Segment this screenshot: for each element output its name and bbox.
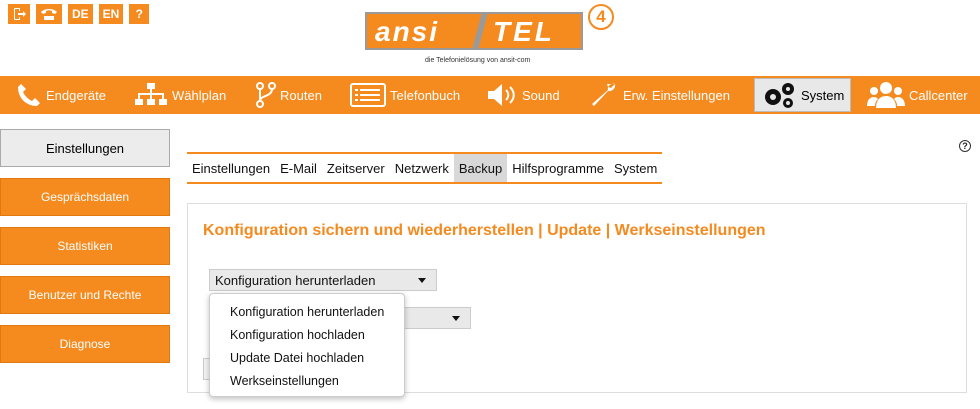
- page-title: Konfiguration sichern und wiederherstell…: [203, 222, 766, 239]
- sidebar-item-statistiken[interactable]: Statistiken: [0, 227, 170, 265]
- dropdown-option-konfiguration-hochladen[interactable]: Konfiguration hochladen: [210, 323, 404, 346]
- tab-zeitserver[interactable]: Zeitserver: [322, 154, 390, 182]
- nav-item-sound[interactable]: Sound: [486, 76, 560, 114]
- tab-system[interactable]: System: [609, 154, 662, 182]
- nav-item-system[interactable]: System: [754, 78, 852, 112]
- nav-item-label: Routen: [280, 87, 322, 103]
- phone-icon[interactable]: [36, 4, 62, 24]
- nav-item-callcenter[interactable]: Callcenter: [867, 76, 968, 114]
- nav-item-endgeraete[interactable]: Endgeräte: [16, 76, 106, 114]
- sidebar: Einstellungen Gesprächsdaten Statistiken…: [0, 129, 170, 374]
- nav-item-telefonbuch[interactable]: Telefonbuch: [350, 76, 460, 114]
- nav-item-routen[interactable]: Routen: [256, 76, 322, 114]
- nav-item-waehlplan[interactable]: Wählplan: [134, 76, 226, 114]
- help-icon[interactable]: ?: [959, 140, 971, 152]
- sidebar-item-diagnose[interactable]: Diagnose: [0, 325, 170, 363]
- lang-en-button[interactable]: EN: [98, 4, 124, 24]
- route-icon: [256, 82, 276, 108]
- nav-item-label: Callcenter: [909, 87, 968, 103]
- ansitel-logo: ansi TEL 4 die Telefonielösung von ansit…: [365, 4, 615, 70]
- action-select-value: Konfiguration herunterladen: [215, 272, 376, 288]
- users-icon: [867, 82, 905, 108]
- logout-icon[interactable]: [8, 4, 30, 24]
- nav-item-erw-einstellungen[interactable]: Erw. Einstellungen: [589, 76, 730, 114]
- sidebar-item-benutzer-und-rechte[interactable]: Benutzer und Rechte: [0, 276, 170, 314]
- sitemap-icon: [135, 83, 167, 105]
- gears-icon: [765, 83, 794, 108]
- dropdown-option-update-datei-hochladen[interactable]: Update Datei hochladen: [210, 346, 404, 369]
- chevron-down-icon: [452, 316, 460, 321]
- logo-tagline: die Telefonielösung von ansit-com: [425, 57, 531, 64]
- logo-version-badge: 4: [588, 4, 614, 30]
- nav-item-label: System: [801, 87, 845, 103]
- tab-backup[interactable]: Backup: [453, 154, 508, 182]
- logo-text-right: TEL: [493, 16, 555, 47]
- dropdown-option-konfiguration-herunterladen[interactable]: Konfiguration herunterladen: [210, 300, 404, 323]
- action-select[interactable]: Konfiguration herunterladen: [209, 269, 437, 291]
- nav-item-label: Sound: [522, 87, 560, 103]
- help-question-icon[interactable]: ?: [129, 4, 150, 24]
- phonebook-icon: [350, 83, 386, 107]
- tab-hilfsprogramme[interactable]: Hilfsprogramme: [507, 154, 609, 182]
- speaker-icon: [488, 84, 515, 106]
- action-dropdown-menu: Konfiguration herunterladen Konfiguratio…: [209, 293, 405, 397]
- tab-netzwerk[interactable]: Netzwerk: [390, 154, 454, 182]
- sub-tabs: Einstellungen E-Mail Zeitserver Netzwerk…: [187, 152, 663, 184]
- tab-einstellungen[interactable]: Einstellungen: [187, 154, 275, 182]
- sidebar-item-einstellungen[interactable]: Einstellungen: [0, 129, 170, 167]
- nav-item-label: Erw. Einstellungen: [623, 87, 730, 103]
- wrench-icon: [592, 83, 616, 106]
- nav-item-label: Endgeräte: [46, 87, 106, 103]
- main-nav: Endgeräte Wählplan Routen Telefonbuch So…: [0, 76, 980, 114]
- top-icon-bar: DE EN ?: [8, 4, 150, 24]
- dropdown-option-werkseinstellungen[interactable]: Werkseinstellungen: [210, 369, 404, 392]
- nav-item-label: Telefonbuch: [390, 87, 461, 103]
- lang-de-button[interactable]: DE: [68, 4, 93, 24]
- phone-icon: [18, 84, 40, 106]
- chevron-down-icon: [418, 278, 426, 283]
- logo-text-left: ansi: [375, 16, 440, 47]
- tab-email[interactable]: E-Mail: [275, 154, 322, 182]
- nav-item-label: Wählplan: [172, 87, 227, 103]
- sidebar-item-gespraechsdaten[interactable]: Gesprächsdaten: [0, 178, 170, 216]
